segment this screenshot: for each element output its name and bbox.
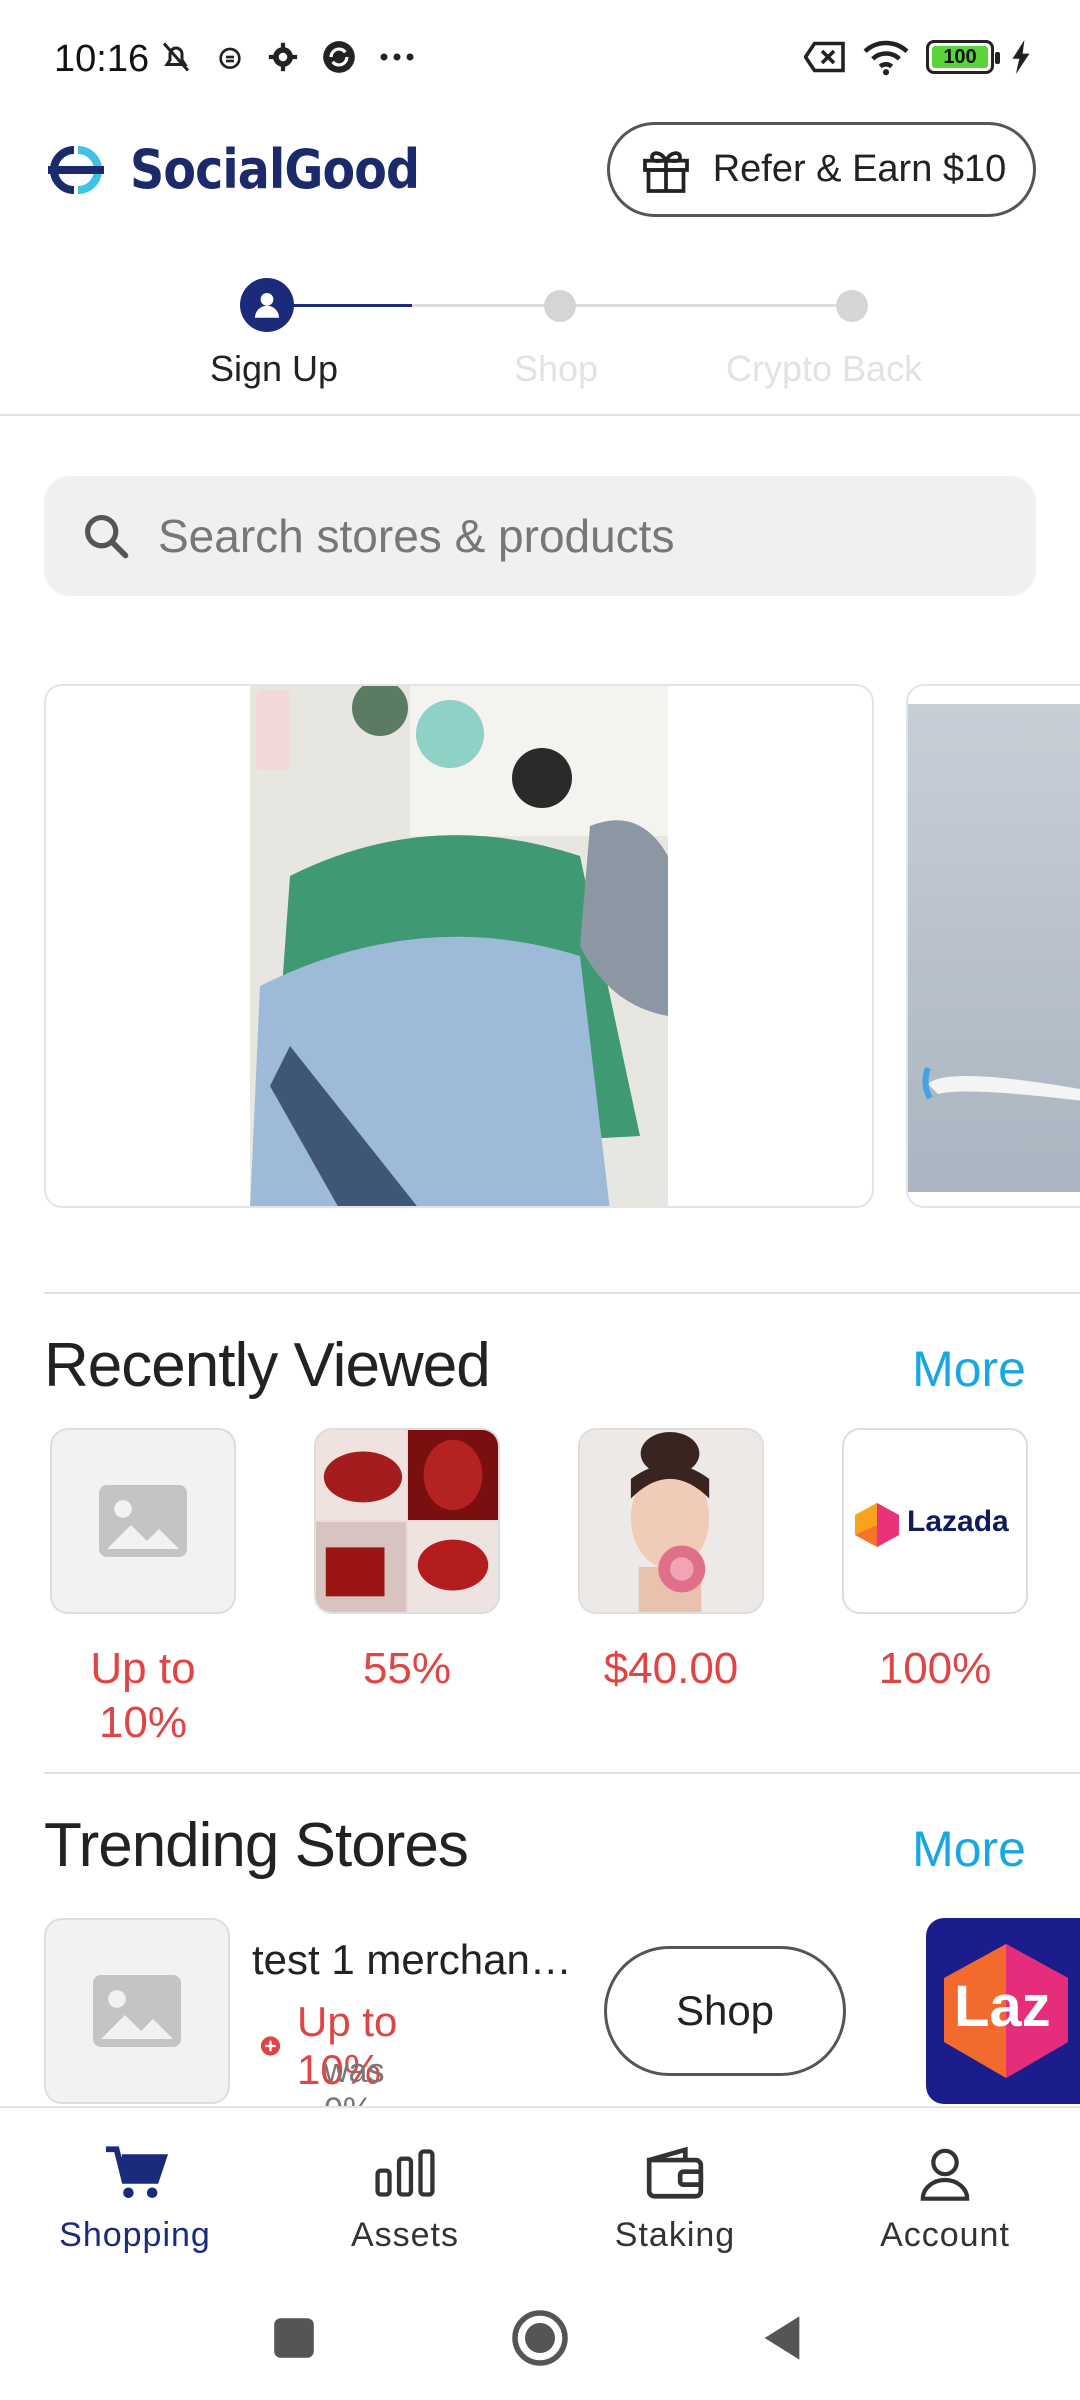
search-icon bbox=[84, 514, 129, 559]
recent-item[interactable]: $40.00 bbox=[578, 1428, 764, 1696]
brand-logo[interactable]: SocialGood bbox=[40, 138, 459, 201]
sim-off-icon bbox=[804, 41, 845, 73]
store-name: test 1 merchan… bbox=[252, 1936, 572, 1983]
socialgood-logo-icon bbox=[48, 145, 104, 194]
status-time: 10:16 bbox=[54, 38, 150, 80]
trending-stores-more-link[interactable]: More bbox=[912, 1820, 1026, 1878]
recent-item[interactable]: Up to 10% bbox=[50, 1428, 236, 1750]
shop-button[interactable]: Shop bbox=[604, 1946, 846, 2076]
step-signup-label: Sign Up bbox=[210, 348, 339, 389]
nav-shopping[interactable]: Shopping bbox=[20, 2142, 250, 2255]
bars-icon bbox=[375, 2149, 435, 2197]
cart-icon bbox=[106, 2146, 168, 2199]
lipstick-swatch-photo bbox=[314, 1428, 500, 1614]
system-nav-bar bbox=[0, 2278, 1080, 2400]
recent-item-value: $40.00 bbox=[603, 1644, 739, 1693]
step-shop-indicator bbox=[544, 290, 576, 322]
refer-earn-label: Refer & Earn $10 bbox=[712, 148, 1007, 190]
section-divider bbox=[44, 1772, 1080, 1774]
recent-item[interactable]: 55% bbox=[314, 1428, 500, 1696]
woman-with-flower-photo bbox=[578, 1428, 764, 1614]
recently-viewed-title: Recently Viewed bbox=[44, 1331, 491, 1400]
nav-assets-label: Assets bbox=[350, 2216, 460, 2254]
lazada-logo-text: Lazada bbox=[907, 1505, 1009, 1538]
recently-viewed-more-link[interactable]: More bbox=[912, 1340, 1026, 1398]
plus-circle-icon bbox=[260, 2036, 281, 2056]
brand-name: SocialGood bbox=[130, 138, 420, 201]
nav-account[interactable]: Account bbox=[830, 2142, 1060, 2255]
bottom-nav: Shopping Assets Staking Account bbox=[0, 2106, 1080, 2278]
step-shop-label: Shop bbox=[514, 348, 599, 389]
person-icon bbox=[254, 292, 280, 318]
step-crypto-back-label: Crypto Back bbox=[726, 348, 923, 389]
home-icon[interactable] bbox=[510, 2308, 570, 2368]
step-crypto-back-indicator bbox=[836, 290, 868, 322]
lazada-logo: Lazada bbox=[842, 1428, 1028, 1614]
onboarding-stepper: Sign Up Shop Crypto Back bbox=[0, 270, 1080, 416]
wifi-icon bbox=[863, 40, 909, 76]
sync-icon bbox=[323, 41, 355, 73]
nav-account-label: Account bbox=[880, 2216, 1010, 2254]
person-icon bbox=[920, 2148, 970, 2201]
charging-icon bbox=[1012, 40, 1030, 74]
recent-item-value: Up to 10% bbox=[90, 1644, 196, 1747]
step-line-complete bbox=[282, 304, 412, 307]
status-bar: 10:16 100 bbox=[0, 0, 1080, 120]
promo-banner-next[interactable] bbox=[906, 684, 1080, 1208]
refer-earn-button[interactable]: Refer & Earn $10 bbox=[607, 122, 1036, 217]
banner-clothing-photo bbox=[250, 686, 668, 1206]
placeholder-image-icon bbox=[50, 1428, 236, 1614]
search-input[interactable] bbox=[158, 509, 978, 563]
battery-level: 100 bbox=[932, 46, 988, 68]
back-icon[interactable] bbox=[760, 2312, 804, 2364]
alarm-icon bbox=[219, 47, 241, 69]
bell-off-icon bbox=[162, 42, 190, 72]
gear-icon bbox=[268, 42, 298, 72]
promo-banner[interactable] bbox=[44, 684, 874, 1208]
nav-assets[interactable]: Assets bbox=[290, 2142, 520, 2255]
nav-staking-label: Staking bbox=[614, 2216, 736, 2254]
gift-icon bbox=[642, 150, 689, 193]
status-icons-right: 100 bbox=[804, 38, 1032, 76]
lazada-logo-text: Laz bbox=[954, 1974, 1051, 2039]
step-line-pending bbox=[412, 304, 852, 307]
search-bar[interactable] bbox=[44, 476, 1036, 596]
store-card-next[interactable]: Laz bbox=[926, 1918, 1080, 2104]
step-signup-indicator bbox=[240, 278, 294, 332]
nav-shopping-label: Shopping bbox=[59, 2216, 211, 2254]
status-icons-left bbox=[158, 38, 416, 76]
banner-sky-photo bbox=[908, 704, 1080, 1192]
wallet-icon bbox=[646, 2147, 704, 2199]
section-divider bbox=[44, 1292, 1080, 1294]
recent-item-value: 100% bbox=[878, 1644, 992, 1693]
battery-icon: 100 bbox=[926, 40, 1000, 74]
recent-item[interactable]: Lazada 100% bbox=[842, 1428, 1028, 1696]
recent-item-value: 55% bbox=[362, 1644, 452, 1693]
recents-icon[interactable] bbox=[272, 2316, 316, 2360]
placeholder-image-icon bbox=[44, 1918, 230, 2104]
more-icon bbox=[380, 53, 414, 61]
trending-stores-title: Trending Stores bbox=[44, 1811, 469, 1880]
nav-staking[interactable]: Staking bbox=[560, 2142, 790, 2255]
